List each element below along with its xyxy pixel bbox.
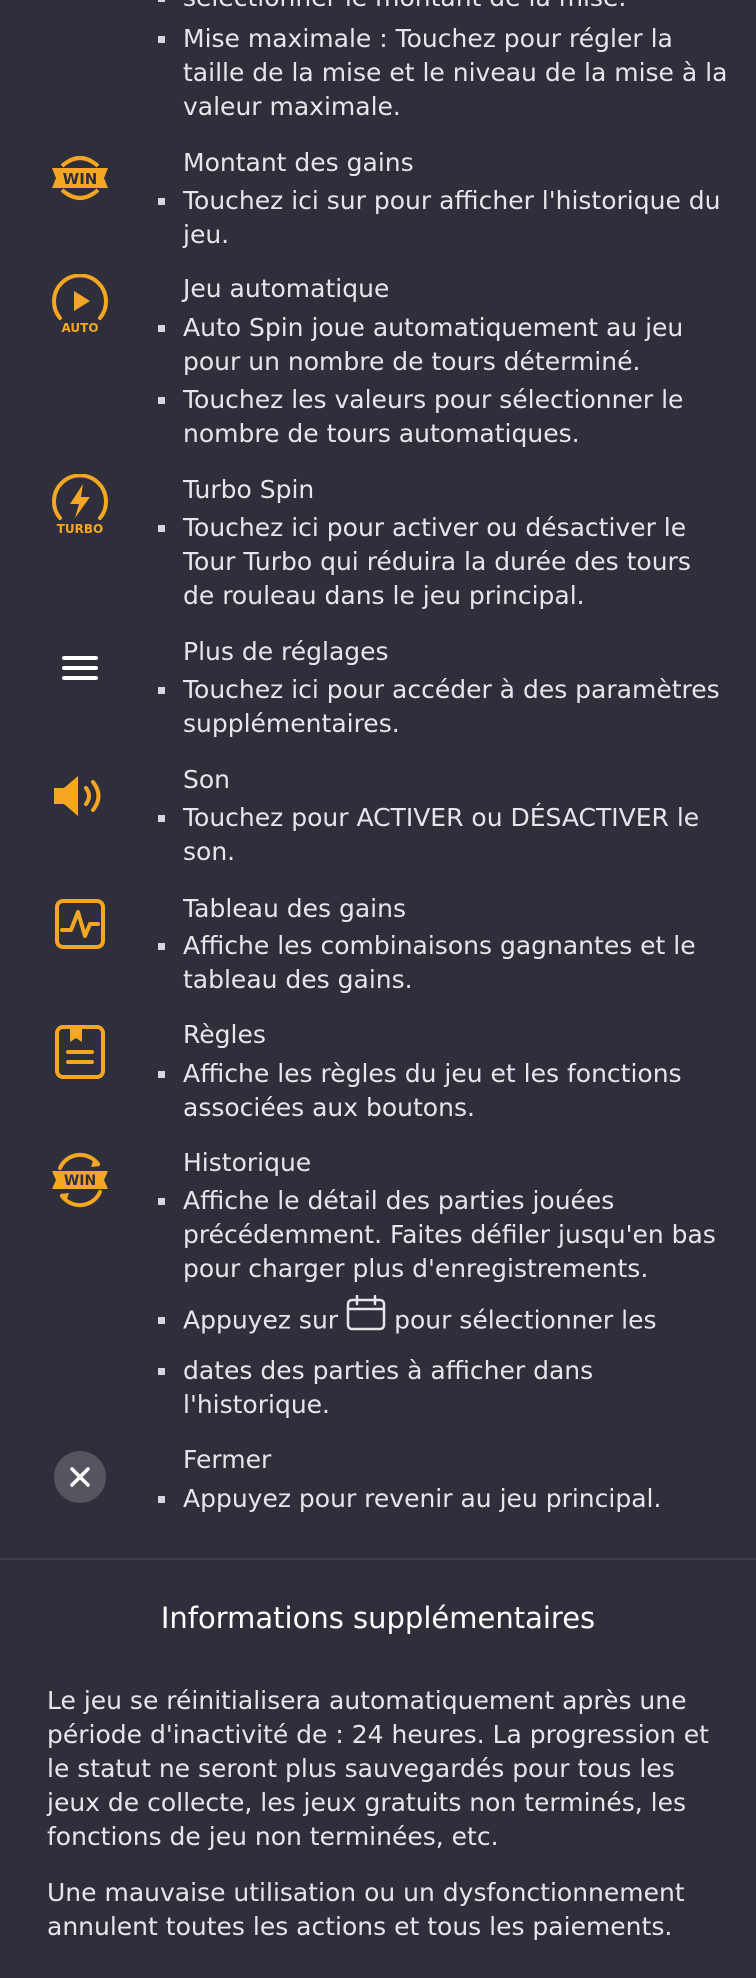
bullet-text: Mise maximale : Touchez pour régler la t… — [158, 22, 728, 124]
info-section-title: Informations supplémentaires — [160, 1601, 596, 1635]
item-title: Turbo Spin — [183, 475, 315, 504]
bullet-text: Touchez ici pour activer ou désactiver l… — [158, 511, 728, 613]
bullet-text-after: pour sélectionner les — [394, 1305, 657, 1335]
help-list: sélectionner le montant de la mise. Mise… — [0, 0, 756, 1558]
bullet-text: Affiche les combinaisons gagnantes et le… — [158, 929, 728, 997]
bullet-text: Affiche le détail des parties jouées pré… — [158, 1184, 728, 1286]
rules-document-icon — [40, 1020, 120, 1084]
close-icon — [40, 1445, 120, 1509]
bullet-text-before: Appuyez sur — [183, 1305, 339, 1335]
bullet-text: Affiche les règles du jeu et les fonctio… — [158, 1057, 728, 1125]
bullet-text: Touchez ici sur pour afficher l'historiq… — [158, 184, 728, 252]
turbo-bolt-icon: TURBO — [40, 474, 120, 538]
item-title: Son — [183, 765, 231, 794]
info-paragraph: Une mauvaise utilisation ou un dysfoncti… — [47, 1878, 685, 1941]
speaker-icon — [40, 764, 120, 828]
calendar-icon — [346, 1294, 386, 1340]
item-title: Jeu automatique — [183, 274, 390, 303]
bullet-continuation: dates des parties à afficher dans l'hist… — [158, 1354, 728, 1422]
paytable-chart-icon — [40, 892, 120, 956]
bullet-text: sélectionner le montant de la mise. — [158, 0, 728, 15]
bullet-text: Touchez ici pour accéder à des paramètre… — [158, 673, 728, 741]
svg-text:TURBO: TURBO — [57, 522, 104, 536]
svg-text:WIN: WIN — [63, 170, 98, 188]
history-win-icon: WIN — [40, 1148, 120, 1212]
item-title: Plus de réglages — [183, 637, 389, 666]
item-title: Règles — [183, 1020, 266, 1049]
item-title: Historique — [183, 1148, 312, 1177]
svg-text:AUTO: AUTO — [61, 321, 98, 335]
svg-text:WIN: WIN — [64, 1173, 96, 1189]
auto-play-icon: AUTO — [40, 274, 120, 338]
info-paragraph: Le jeu se réinitialisera automatiquement… — [47, 1686, 709, 1851]
bullet-text: Touchez pour ACTIVER ou DÉSACTIVER le so… — [158, 801, 728, 869]
bullet-text: Appuyez pour revenir au jeu principal. — [158, 1482, 728, 1516]
menu-hamburger-icon — [40, 636, 120, 700]
item-title: Montant des gains — [183, 148, 414, 177]
section-divider — [0, 1558, 756, 1560]
item-title: Tableau des gains — [183, 894, 406, 923]
bullet-text: Auto Spin joue automatiquement au jeu po… — [158, 311, 728, 379]
bullet-text: Touchez les valeurs pour sélectionner le… — [158, 383, 728, 451]
win-badge-icon: WIN — [40, 146, 120, 210]
item-title: Fermer — [183, 1445, 272, 1474]
bullet-calendar: Appuyez sur pour sélectionner les — [158, 1294, 728, 1340]
